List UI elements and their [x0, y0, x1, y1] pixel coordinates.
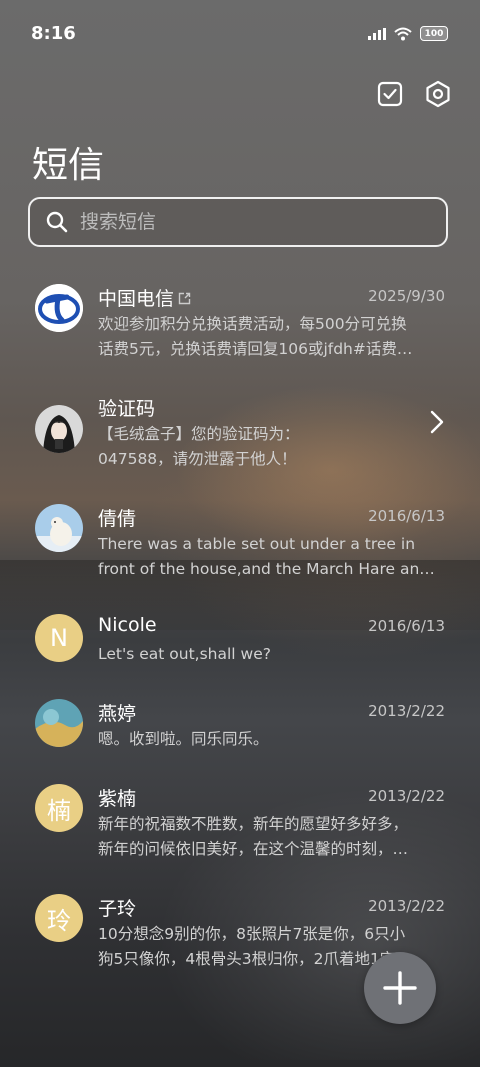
external-link-icon — [178, 292, 191, 305]
message-item-yanting[interactable]: 燕婷 2013/2/22 嗯。收到啦。同乐同乐。 — [0, 699, 480, 759]
message-date: 2016/6/13 — [368, 617, 445, 635]
message-preview: 【毛绒盒子】您的验证码为： 047588，请勿泄露于他人！ — [98, 425, 300, 468]
message-date: 2013/2/22 — [368, 787, 445, 805]
message-item-qianqian[interactable]: 倩倩 2016/6/13 There was a table set out u… — [0, 504, 480, 584]
message-date: 2013/2/22 — [368, 897, 445, 915]
compose-button[interactable] — [364, 952, 436, 1024]
message-item-china-telecom[interactable]: 中国电信 2025/9/30 欢迎参加积分兑换话费活动，每500分可兑换 话费5… — [0, 284, 480, 364]
message-sender: 紫楠 — [98, 788, 137, 810]
message-sender: 燕婷 — [98, 703, 137, 725]
top-actions — [376, 80, 452, 108]
letter-avatar: N — [35, 614, 83, 662]
message-date: 2025/9/30 — [368, 287, 445, 305]
page-title: 短信 — [32, 145, 105, 186]
message-preview: 嗯。收到啦。同乐同乐。 — [98, 730, 269, 748]
search-icon — [46, 211, 68, 233]
plus-icon — [383, 971, 417, 1005]
message-item-zinan[interactable]: 楠 紫楠 2013/2/22 新年的祝福数不胜数，新年的愿望好多好多， 新年的问… — [0, 784, 480, 864]
select-button[interactable] — [376, 80, 404, 108]
message-sender: 中国电信 — [98, 284, 191, 311]
letter-avatar: 玲 — [35, 894, 83, 942]
hexagon-settings-icon — [426, 80, 450, 108]
message-item-verification-code[interactable]: 验证码 【毛绒盒子】您的验证码为： 047588，请勿泄露于他人！ — [0, 394, 480, 474]
china-telecom-logo-avatar — [35, 284, 83, 332]
message-sender: 倩倩 — [98, 508, 137, 530]
status-time: 8:16 — [31, 23, 76, 44]
message-preview: 欢迎参加积分兑换话费活动，每500分可兑换 话费5元，兑换话费请回复106或jf… — [98, 315, 413, 358]
polar-bear-avatar — [35, 504, 83, 552]
search-input[interactable] — [78, 210, 412, 234]
status-icons: 100 — [368, 26, 448, 41]
anime-character-avatar — [35, 405, 83, 453]
settings-button[interactable] — [424, 80, 452, 108]
message-preview: There was a table set out under a tree i… — [98, 535, 435, 578]
checkbox-icon — [377, 81, 403, 107]
message-date: 2013/2/22 — [368, 702, 445, 720]
wifi-icon — [394, 27, 412, 40]
letter-avatar: 楠 — [35, 784, 83, 832]
message-sender: 验证码 — [98, 398, 156, 420]
abstract-avatar — [35, 699, 83, 747]
message-item-nicole[interactable]: N Nicole 2016/6/13 Let's eat out,shall w… — [0, 614, 480, 674]
battery-icon: 100 — [420, 26, 448, 41]
message-preview: 新年的祝福数不胜数，新年的愿望好多好多， 新年的问候依旧美好，在这个温馨的时刻，… — [98, 815, 409, 858]
chevron-right-icon — [430, 410, 444, 434]
message-sender: 子玲 — [98, 898, 137, 920]
status-bar: 8:16 100 — [0, 0, 480, 66]
message-preview: Let's eat out,shall we? — [98, 645, 271, 663]
message-date: 2016/6/13 — [368, 507, 445, 525]
signal-icon — [368, 27, 386, 40]
message-sender: Nicole — [98, 614, 157, 636]
search-bar[interactable] — [28, 197, 448, 247]
